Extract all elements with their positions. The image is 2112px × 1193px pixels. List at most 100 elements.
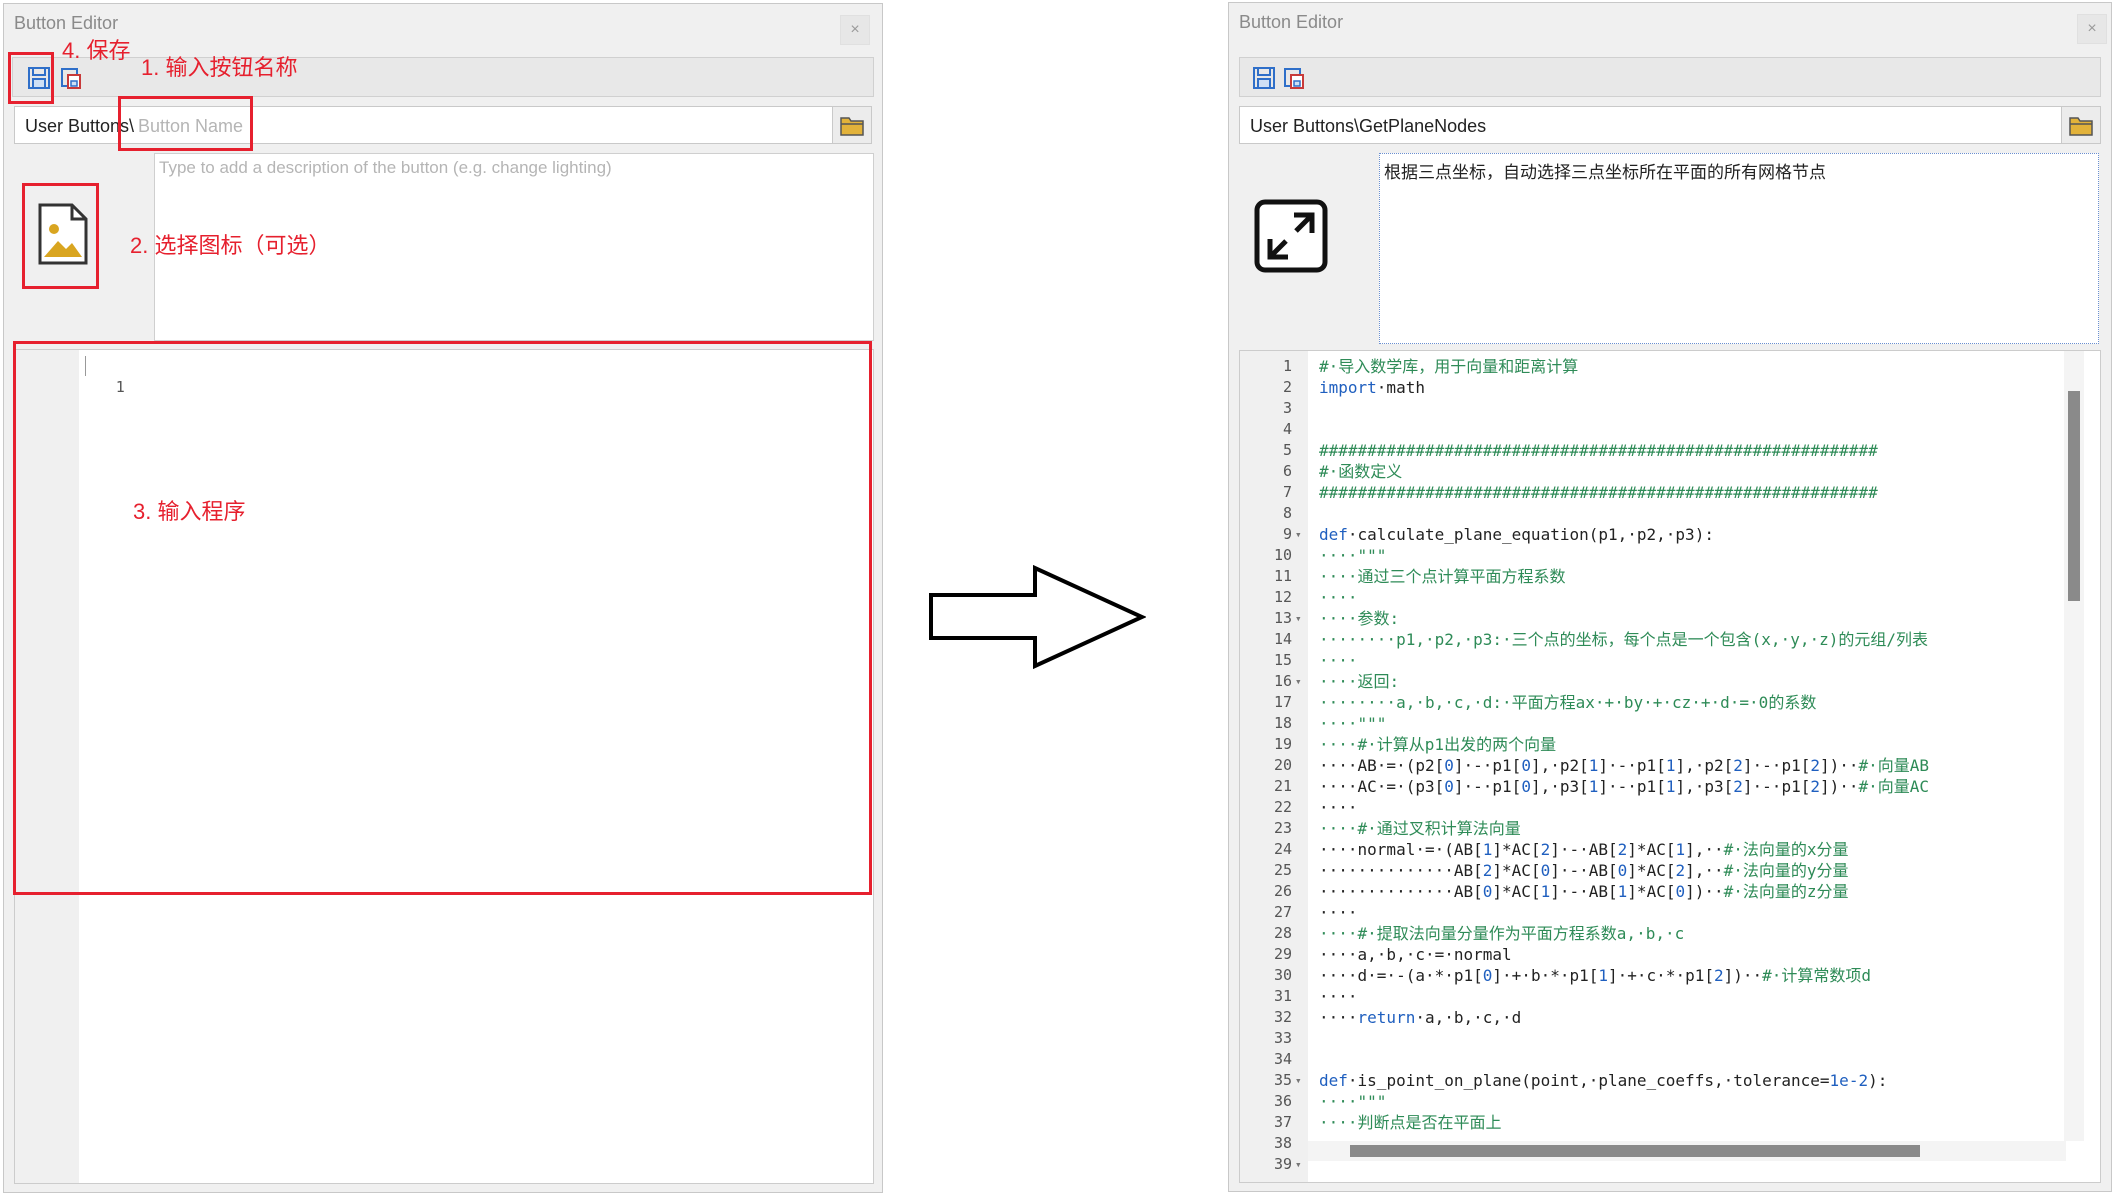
line-number: 16 xyxy=(1273,672,1292,690)
code-text: ····normal·=·(AB[1]*AC[2]·-·AB[2]*AC[1],… xyxy=(1319,840,1849,859)
browse-folder-button[interactable] xyxy=(832,107,871,143)
code-line: 2 import·math xyxy=(1240,377,2060,398)
code-line: 4 xyxy=(1240,419,2060,440)
code-text: import·math xyxy=(1319,378,1425,397)
line-number: 37 xyxy=(1273,1113,1292,1131)
line-number: 25 xyxy=(1273,861,1292,879)
close-button[interactable]: × xyxy=(840,15,870,45)
vertical-scroll-thumb[interactable] xyxy=(2068,391,2080,601)
code-text: ····""" xyxy=(1319,1092,1387,1111)
fold-toggle-icon[interactable]: ▾ xyxy=(1295,524,1302,545)
line-number: 13 xyxy=(1273,609,1292,627)
save-as-icon[interactable] xyxy=(1282,66,1306,90)
code-text: ···· xyxy=(1319,903,1358,922)
code-line: 26 ··············AB[0]*AC[1]·-·AB[1]*AC[0… xyxy=(1240,881,2060,902)
code-text: ····参数: xyxy=(1319,609,1400,628)
line-number: 30 xyxy=(1273,966,1292,984)
code-line: 27 ···· xyxy=(1240,902,2060,923)
fold-toggle-icon[interactable]: ▾ xyxy=(1295,1070,1302,1091)
line-number: 38 xyxy=(1273,1134,1292,1152)
code-line: 23 ····#·通过叉积计算法向量 xyxy=(1240,818,2060,839)
line-number: 10 xyxy=(1273,546,1292,564)
code-line: 10 ····""" xyxy=(1240,545,2060,566)
button-icon-picker[interactable] xyxy=(1251,193,1331,273)
highlight-name xyxy=(118,96,253,151)
line-number: 20 xyxy=(1273,756,1292,774)
code-line: 17 ········a,·b,·c,·d:·平面方程ax·+·by·+·cz·+… xyxy=(1240,692,2060,713)
line-number: 2 xyxy=(1282,378,1292,396)
line-number: 4 xyxy=(1282,420,1292,438)
save-as-icon[interactable] xyxy=(59,66,83,90)
vertical-scrollbar[interactable] xyxy=(2064,351,2084,1141)
code-line: 18 ····""" xyxy=(1240,713,2060,734)
line-number: 28 xyxy=(1273,924,1292,942)
code-text: ····判断点是否在平面上 xyxy=(1319,1113,1502,1132)
code-line: 33 xyxy=(1240,1028,2060,1049)
code-line: 6 #·函数定义 xyxy=(1240,461,2060,482)
fold-toggle-icon[interactable]: ▾ xyxy=(1295,671,1302,692)
line-number: 39 xyxy=(1273,1155,1292,1173)
fold-toggle-icon[interactable]: ▾ xyxy=(1295,1154,1302,1175)
code-line: 31 ···· xyxy=(1240,986,2060,1007)
horizontal-scroll-thumb[interactable] xyxy=(1350,1145,1920,1157)
line-number: 23 xyxy=(1273,819,1292,837)
line-number: 15 xyxy=(1273,651,1292,669)
button-path-bar: User Buttons\GetPlaneNodes xyxy=(1239,106,2101,144)
save-icon[interactable] xyxy=(1252,66,1276,90)
code-line: 5 #######################################… xyxy=(1240,440,2060,461)
code-line: 14 ········p1,·p2,·p3:·三个点的坐标，每个点是一个包含(x,… xyxy=(1240,629,2060,650)
code-text: ····通过三个点计算平面方程系数 xyxy=(1319,567,1566,586)
code-text: ····AB·=·(p2[0]·-·p1[0],·p2[1]·-·p1[1],·… xyxy=(1319,756,1930,775)
description-field[interactable]: 根据三点坐标，自动选择三点坐标所在平面的所有网格节点 xyxy=(1379,153,2099,344)
code-text: ····#·通过叉积计算法向量 xyxy=(1319,819,1521,838)
description-text: 根据三点坐标，自动选择三点坐标所在平面的所有网格节点 xyxy=(1384,163,1826,182)
line-number: 11 xyxy=(1273,567,1292,585)
code-line: 15 ···· xyxy=(1240,650,2060,671)
code-line: 7 #######################################… xyxy=(1240,482,2060,503)
code-text: ····返回: xyxy=(1319,672,1400,691)
code-text: ···· xyxy=(1319,798,1358,817)
line-number: 21 xyxy=(1273,777,1292,795)
code-line: 35 ▾ def·is_point_on_plane(point,·plane_co… xyxy=(1240,1070,2060,1091)
code-text: ········p1,·p2,·p3:·三个点的坐标，每个点是一个包含(x,·y… xyxy=(1319,630,1928,649)
code-line: 1 #·导入数学库，用于向量和距离计算 xyxy=(1240,356,2060,377)
code-text: ··············AB[2]*AC[0]·-·AB[0]*AC[2],… xyxy=(1319,861,1849,880)
code-line: 29 ····a,·b,·c·=·normal xyxy=(1240,944,2060,965)
code-line: 11 ····通过三个点计算平面方程系数 xyxy=(1240,566,2060,587)
code-text: ····return·a,·b,·c,·d xyxy=(1319,1008,1522,1027)
code-text: ########################################… xyxy=(1319,441,1878,460)
horizontal-scrollbar[interactable] xyxy=(1308,1141,2066,1161)
code-line: 3 xyxy=(1240,398,2060,419)
code-text: ··············AB[0]*AC[1]·-·AB[1]*AC[0])… xyxy=(1319,882,1849,901)
browse-folder-button[interactable] xyxy=(2061,107,2100,143)
code-editor[interactable]: 1 #·导入数学库，用于向量和距离计算 2 import·math 3 4 5 #######… xyxy=(1239,350,2101,1183)
code-text: ···· xyxy=(1319,588,1358,607)
line-number: 18 xyxy=(1273,714,1292,732)
code-text: ····AC·=·(p3[0]·-·p1[0],·p3[1]·-·p1[1],·… xyxy=(1319,777,1930,796)
button-path-input[interactable]: User Buttons\GetPlaneNodes xyxy=(1250,116,1486,137)
code-line: 32 ····return·a,·b,·c,·d xyxy=(1240,1007,2060,1028)
line-number: 24 xyxy=(1273,840,1292,858)
window-title: Button Editor xyxy=(14,13,119,33)
code-line: 13 ▾ ····参数: xyxy=(1240,608,2060,629)
line-number: 19 xyxy=(1273,735,1292,753)
code-line: 30 ····d·=·-(a·*·p1[0]·+·b·*·p1[1]·+·c·*·… xyxy=(1240,965,2060,986)
right-arrow-icon xyxy=(929,565,1146,670)
code-line: 21 ····AC·=·(p3[0]·-·p1[0],·p3[1]·-·p1[1]… xyxy=(1240,776,2060,797)
line-number: 6 xyxy=(1282,462,1292,480)
annotation-name: 1. 输入按钮名称 xyxy=(141,55,298,80)
annotation-icon: 2. 选择图标（可选） xyxy=(130,233,331,258)
code-line: 22 ···· xyxy=(1240,797,2060,818)
folder-icon xyxy=(840,117,864,136)
line-number: 29 xyxy=(1273,945,1292,963)
fold-toggle-icon[interactable]: ▾ xyxy=(1295,608,1302,629)
close-button[interactable]: × xyxy=(2077,14,2107,44)
code-text: ···· xyxy=(1319,651,1358,670)
code-line: 28 ····#·提取法向量分量作为平面方程系数a,·b,·c xyxy=(1240,923,2060,944)
code-line: 12 ···· xyxy=(1240,587,2060,608)
expand-arrows-icon xyxy=(1254,199,1328,273)
line-number: 17 xyxy=(1273,693,1292,711)
code-line: 9 ▾ def·calculate_plane_equation(p1,·p2,·p… xyxy=(1240,524,2060,545)
line-number: 33 xyxy=(1273,1029,1292,1047)
code-line: 8 xyxy=(1240,503,2060,524)
